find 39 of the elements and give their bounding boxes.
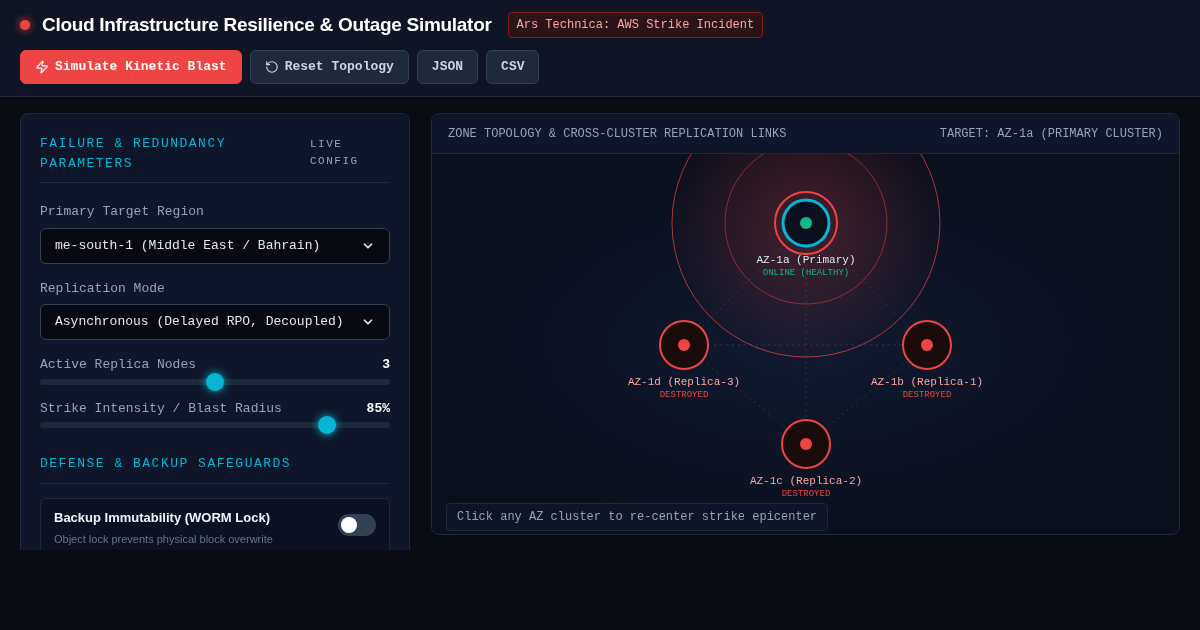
dropdown-field[interactable]: Asynchronous (Delayed RPO, Decoupled) — [40, 304, 390, 340]
node-status: DESTROYED — [659, 390, 709, 400]
reset-icon — [264, 60, 279, 74]
slider-thumb[interactable] — [206, 372, 224, 391]
topology-title: ZONE TOPOLOGY & CROSS-CLUSTER REPLICATION LINKS — [448, 125, 787, 143]
slider-reading: 3 — [382, 356, 390, 374]
config-label: LIVE CONFIG — [310, 137, 360, 169]
export-button[interactable]: CSV — [486, 50, 540, 84]
slider-reading: 85% — [366, 399, 390, 418]
replica-node-icon[interactable] — [659, 320, 709, 370]
export-button[interactable]: JSON — [416, 50, 479, 84]
safeguard-title: Backup Immutability (WORM Lock) — [54, 508, 271, 527]
field-label: Primary Target Region — [40, 203, 205, 221]
replica-node-icon[interactable] — [902, 320, 952, 370]
target-label: TARGET: AZ-1a (PRIMARY CLUSTER) — [939, 125, 1163, 143]
safeguard-description: Object lock prevents physical block overwrite — [54, 532, 273, 547]
hint-box: Click any AZ cluster to re-center strike epicenter — [446, 503, 829, 531]
slider-label: Strike Intensity / Blast Radius — [40, 399, 282, 418]
field-label: Replication Mode — [40, 279, 166, 298]
slider-label: Active Replica Nodes — [40, 356, 197, 374]
lightning-icon — [35, 60, 49, 74]
dropdown-field[interactable]: me-south-1 (Middle East / Bahrain) — [40, 227, 390, 264]
panel-title: FAILURE & REDUNDANCY PARAMETERS — [40, 135, 228, 173]
source-tag: Ars Technica: AWS Strike Incident — [507, 12, 764, 38]
replica-node-icon[interactable] — [781, 419, 831, 469]
node-name: AZ-1b (Replica-1) — [870, 376, 984, 388]
page-title: Cloud Infrastructure Resilience & Outage Simulator — [42, 12, 492, 37]
node-status: ONLINE (HEALTHY) — [762, 268, 850, 278]
simulate-button[interactable]: Simulate Kinetic Blast — [20, 50, 242, 84]
toggle-switch[interactable] — [338, 513, 376, 536]
node-name: AZ-1d (Replica-3) — [627, 376, 741, 388]
node-name: AZ-1a (Primary) — [756, 254, 856, 266]
node-status: DESTROYED — [781, 489, 831, 499]
primary-node-icon[interactable] — [774, 191, 838, 255]
slider-thumb[interactable] — [318, 416, 336, 434]
reset-button[interactable]: Reset Topology — [249, 50, 409, 84]
section-title: DEFENSE & BACKUP SAFEGUARDS — [40, 454, 390, 484]
node-status: DESTROYED — [902, 390, 952, 400]
node-name: AZ-1c (Replica-2) — [749, 475, 863, 487]
